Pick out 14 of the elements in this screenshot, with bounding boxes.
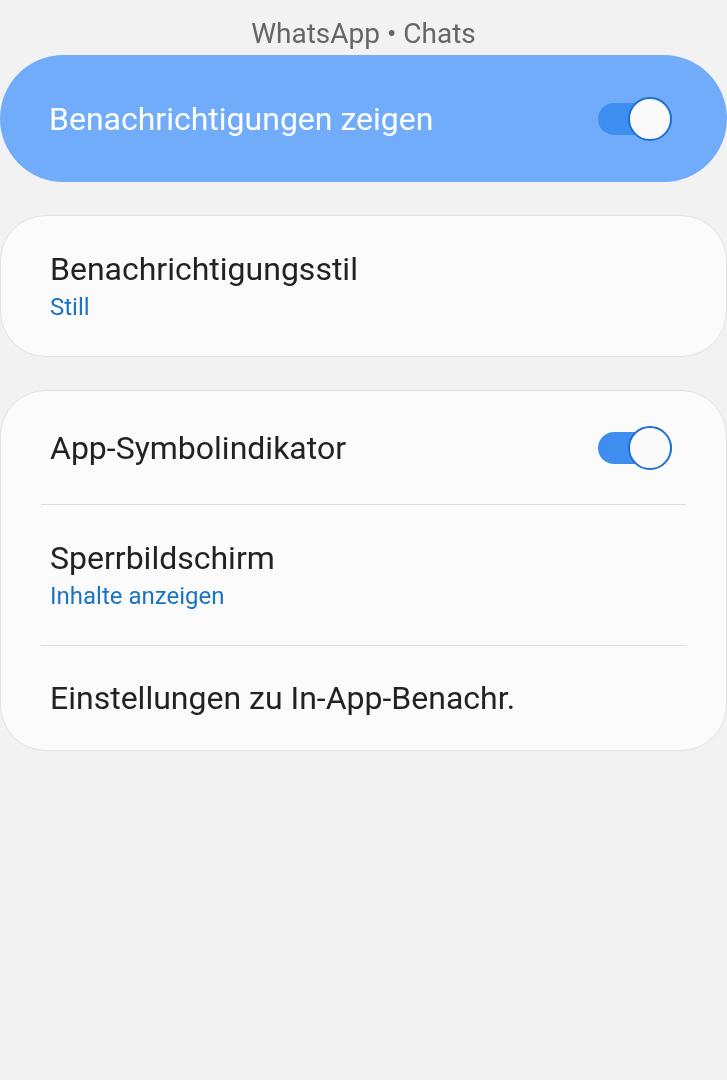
settings-row[interactable]: Benachrichtigungsstil Still <box>41 216 686 356</box>
setting-label: App-Symbolindikator <box>50 427 346 469</box>
toggle-switch[interactable] <box>598 96 672 141</box>
setting-summary: Inhalte anzeigen <box>50 581 226 612</box>
setting-label: Benachrichtigungen zeigen <box>49 98 434 140</box>
screen-title: WhatsApp • Chats <box>251 16 476 52</box>
setting-label: Einstellungen zu In-App-Benachr. <box>50 678 516 719</box>
toggle-switch[interactable] <box>598 425 672 470</box>
settings-row[interactable]: Einstellungen zu In-App-Benachr. <box>41 646 686 750</box>
setting-label: Sperrbildschirm <box>50 538 275 579</box>
setting-summary: Still <box>50 292 91 323</box>
settings-row[interactable]: App-Symbolindikator <box>41 391 686 504</box>
setting-label: Benachrichtigungsstil <box>50 249 358 290</box>
settings-row[interactable]: Sperrbildschirm Inhalte anzeigen <box>41 505 686 645</box>
